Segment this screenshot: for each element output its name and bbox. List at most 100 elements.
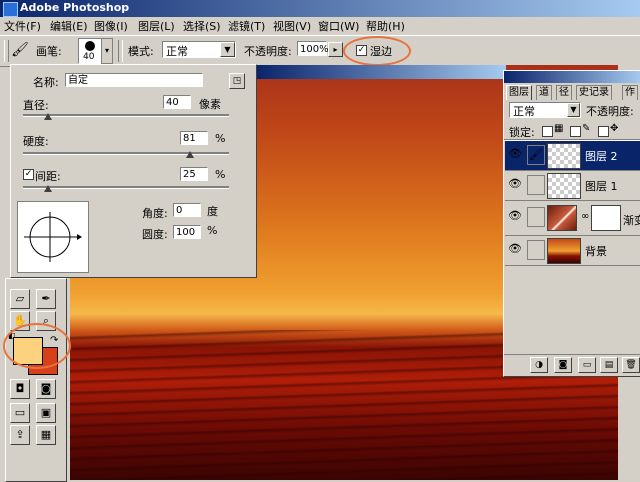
layer-row[interactable]: 👁 🖌 图层 2 (505, 141, 640, 171)
layers-palette: 图层 道 径 史记录 作 正常 ▼ 不透明度: 锁定: ▦ ✎ ✥ 👁 🖌 图层… (503, 70, 640, 377)
tab-layers[interactable]: 图层 (506, 85, 532, 100)
menu-select[interactable]: 选择(S) (183, 18, 221, 34)
brush-preset-picker[interactable]: 40 (78, 38, 102, 64)
angle-unit: 度 (207, 205, 218, 218)
wet-edges-highlight-ring (343, 36, 411, 66)
layer-row[interactable]: 👁 背景 (505, 236, 640, 266)
add-mask-icon[interactable]: ◙ (554, 357, 572, 373)
quick-mask-icon[interactable]: ◙ (36, 379, 56, 399)
new-fill-layer-icon[interactable]: ◑ (530, 357, 548, 373)
notes-tool-icon[interactable]: ▱ (10, 289, 30, 309)
move-lock-icon: ✥ (610, 123, 619, 134)
link-box[interactable] (527, 207, 545, 227)
menu-filter[interactable]: 滤镜(T) (228, 18, 265, 34)
menu-window[interactable]: 窗口(W) (318, 18, 359, 34)
blend-mode-select[interactable]: 正常 ▼ (509, 102, 581, 118)
tab-actions[interactable]: 作 (622, 85, 638, 100)
tab-paths[interactable]: 径 (556, 85, 572, 100)
brush-tool-icon[interactable]: 🖌 (11, 41, 29, 59)
roundness-input[interactable]: 100 (173, 225, 201, 239)
brush-tip-preview[interactable] (17, 201, 89, 273)
brush-dropdown-arrow[interactable]: ▾ (101, 38, 113, 64)
brush-options-panel: 名称: 自定 ◳ 直径: 40 像素 硬度: 81 % ✓ 间距: 25 % 角… (10, 64, 257, 278)
brush-size: 40 (83, 52, 95, 62)
layer-thumbnail (547, 143, 581, 169)
lock-position-checkbox[interactable] (598, 126, 609, 137)
chevron-down-icon[interactable]: ▼ (220, 42, 235, 57)
opacity-label: 不透明度: (244, 45, 292, 58)
menu-layer[interactable]: 图层(L) (138, 18, 175, 34)
eye-icon[interactable]: 👁 (508, 177, 522, 191)
layer-name[interactable]: 图层 2 (585, 148, 618, 164)
document-title-bar (256, 65, 506, 79)
menu-bar: 文件(F) 编辑(E) 图像(I) 图层(L) 选择(S) 滤镜(T) 视图(V… (0, 17, 640, 35)
palette-title-bar (504, 71, 640, 83)
hardness-label: 硬度: (23, 135, 49, 148)
diameter-input[interactable]: 40 (163, 95, 191, 109)
new-set-icon[interactable]: ▭ (578, 357, 596, 373)
imageready-icon[interactable]: ▦ (36, 425, 56, 445)
diameter-label: 直径: (23, 99, 49, 112)
layer-name[interactable]: 背景 (585, 243, 607, 259)
new-layer-icon[interactable]: ▤ (600, 357, 618, 373)
link-box[interactable] (527, 175, 545, 195)
toolbox: ▱ ✒ ✋ ⌕ ◧ ↷ ◘ ◙ ▭ ▣ ⇪ ▦ (3, 278, 71, 482)
spacing-input[interactable]: 25 (180, 167, 208, 181)
gradient-fill-thumbnail (547, 205, 577, 231)
photoshop-app-icon (3, 2, 18, 17)
diameter-slider-track[interactable] (23, 114, 229, 117)
spacing-slider-track[interactable] (23, 186, 229, 189)
standard-mode-icon[interactable]: ◘ (10, 379, 30, 399)
layer-row[interactable]: 👁 ∞ 渐变 (505, 201, 640, 236)
angle-input[interactable]: 0 (173, 203, 201, 217)
lock-transparency-checkbox[interactable] (542, 126, 553, 137)
menu-image[interactable]: 图像(I) (94, 18, 128, 34)
spacing-label: 间距: (35, 170, 61, 183)
opacity-input[interactable]: 100% (297, 41, 329, 56)
layer-row[interactable]: 👁 图层 1 (505, 171, 640, 201)
layer-name[interactable]: 图层 1 (585, 178, 618, 194)
eye-icon[interactable]: 👁 (508, 242, 522, 256)
layer-opacity-label: 不透明度: (586, 105, 634, 118)
tab-history[interactable]: 史记录 (576, 85, 612, 100)
chain-link-icon: ∞ (581, 211, 590, 222)
eye-icon[interactable]: 👁 (508, 209, 522, 223)
menu-view[interactable]: 视图(V) (273, 18, 311, 34)
menu-edit[interactable]: 编辑(E) (50, 18, 88, 34)
paintbrush-icon[interactable]: 🖌 (527, 145, 545, 165)
layer-thumbnail (547, 173, 581, 199)
menu-file[interactable]: 文件(F) (4, 18, 41, 34)
lock-label: 锁定: (509, 126, 535, 139)
opacity-arrow-icon[interactable]: ▸ (328, 42, 343, 57)
brush-name-input[interactable]: 自定 (65, 73, 203, 87)
new-preset-icon[interactable]: ◳ (229, 73, 245, 89)
mode-label: 模式: (128, 45, 154, 58)
diameter-slider-thumb[interactable] (43, 113, 52, 120)
full-screen-icon[interactable]: ▣ (36, 403, 56, 423)
options-bar: 🖌 画笔: 40 ▾ 模式: 正常 ▼ 不透明度: 100% ▸ ✓ 湿边 (0, 35, 640, 67)
layer-name[interactable]: 渐变 (623, 212, 640, 228)
trash-icon[interactable]: 🗑 (622, 357, 640, 373)
blend-mode-value: 正常 (513, 105, 535, 118)
tab-channels[interactable]: 道 (536, 85, 552, 100)
jump-to-imageready-icon[interactable]: ⇪ (10, 425, 30, 445)
eye-icon[interactable]: 👁 (508, 147, 522, 161)
window-title: Adobe Photoshop (20, 1, 130, 14)
chevron-down-icon[interactable]: ▼ (567, 103, 580, 117)
layer-mask-thumbnail (591, 205, 621, 231)
spacing-checkbox[interactable]: ✓ (23, 169, 34, 180)
mode-select[interactable]: 正常 ▼ (162, 41, 236, 58)
menu-help[interactable]: 帮助(H) (366, 18, 405, 34)
grip-handle[interactable] (4, 40, 9, 62)
brush-name-label: 名称: (33, 76, 59, 89)
hardness-slider-thumb[interactable] (185, 151, 194, 158)
hardness-slider-track[interactable] (23, 152, 229, 155)
lock-transparency-icon: ▦ (554, 123, 564, 134)
eyedropper-tool-icon[interactable]: ✒ (36, 289, 56, 309)
link-box[interactable] (527, 240, 545, 260)
lock-image-checkbox[interactable] (570, 126, 581, 137)
standard-screen-icon[interactable]: ▭ (10, 403, 30, 423)
layer-thumbnail (547, 238, 581, 264)
hardness-input[interactable]: 81 (180, 131, 208, 145)
spacing-slider-thumb[interactable] (43, 185, 52, 192)
